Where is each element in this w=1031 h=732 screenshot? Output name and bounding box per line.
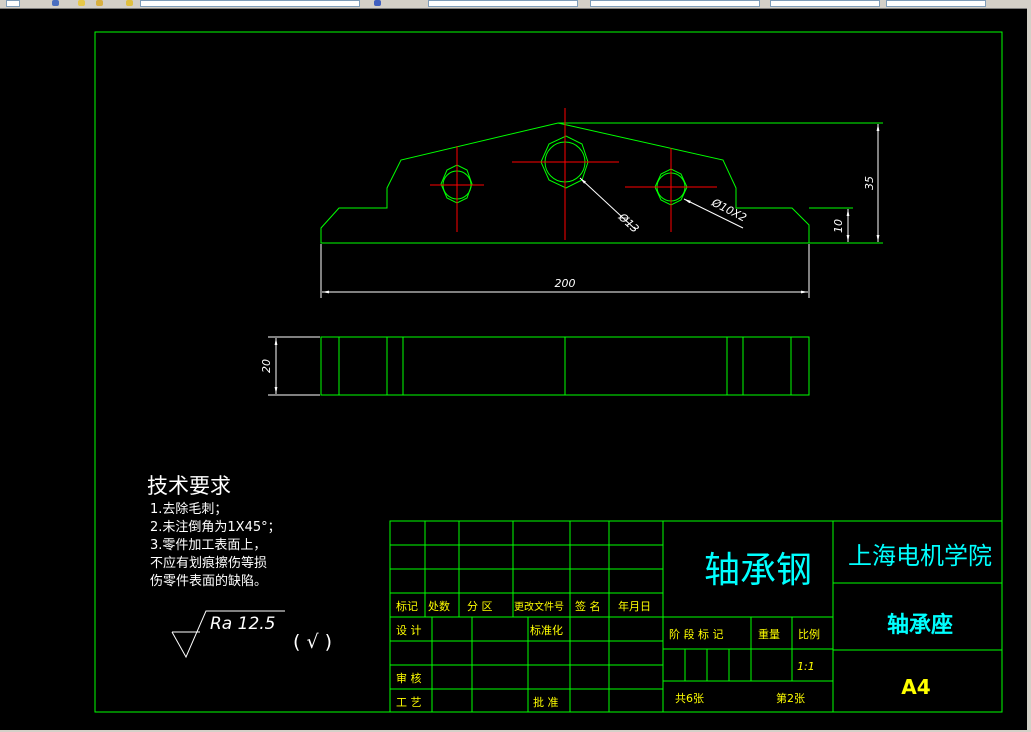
label-standard: 标准化 (530, 623, 563, 637)
dim-hole-side-text: Ø10X2 (709, 196, 749, 225)
bulb-icon[interactable] (78, 0, 85, 6)
lineweight-dropdown[interactable] (770, 0, 880, 7)
material-name: 轴承钢 (704, 550, 812, 591)
scale-value: 1:1 (797, 660, 815, 673)
label-weight: 重量 (758, 627, 780, 641)
roughness-suffix: ( √ ) (293, 631, 332, 653)
tech-item: 2.未注倒角为1X45°； (150, 520, 281, 535)
sheets-total: 共6张 (675, 692, 704, 705)
dim-thickness-text: 20 (260, 359, 273, 373)
label-approve: 批 准 (533, 695, 559, 709)
institution-name: 上海电机学院 (848, 542, 992, 570)
plotstyle-dropdown[interactable] (886, 0, 986, 7)
color-dropdown[interactable] (428, 0, 578, 7)
label-review: 审 核 (396, 671, 422, 685)
top-view-hidden-lines (338, 337, 792, 395)
roughness-value: Ra 12.5 (210, 614, 276, 634)
label-zone: 分 区 (467, 600, 493, 613)
dim-width-text: 200 (555, 277, 576, 290)
sheet-size: A4 (901, 675, 930, 699)
toolbar-button[interactable] (6, 0, 20, 7)
label-mark: 标记 (396, 599, 418, 613)
hole-left (430, 146, 484, 232)
tech-item: 伤零件表面的缺陷。 (150, 573, 267, 589)
layer-icon[interactable] (52, 0, 59, 6)
hole-right (625, 148, 717, 232)
label-sign: 签 名 (575, 599, 601, 613)
layer-prev-icon[interactable] (374, 0, 381, 6)
sun-icon[interactable] (96, 0, 103, 6)
hole-center (512, 108, 619, 240)
part-name: 轴承座 (887, 612, 953, 638)
tech-item: 3.零件加工表面上， (150, 538, 266, 553)
label-change-doc: 更改文件号 (514, 600, 564, 613)
label-count: 处数 (428, 600, 450, 613)
layer-dropdown[interactable] (140, 0, 360, 7)
label-scale: 比例 (798, 627, 820, 641)
dim-height-total-text: 35 (863, 176, 876, 190)
lock-icon[interactable] (126, 0, 133, 6)
tech-item: 1.去除毛刺； (150, 502, 227, 517)
label-design: 设 计 (396, 624, 422, 637)
linetype-dropdown[interactable] (590, 0, 760, 7)
label-stage: 阶 段 标 记 (669, 627, 724, 641)
drawing-canvas[interactable]: 200 35 10 Ø13 Ø10X2 20 Ra 12.5 ( √ ) 标记 … (0, 8, 1027, 730)
sheet-number: 第2张 (776, 691, 805, 705)
label-date: 年月日 (618, 599, 651, 613)
dim-height-base-text: 10 (832, 219, 845, 233)
vertical-scrollbar[interactable] (1027, 8, 1031, 732)
tech-title: 技术要求 (147, 474, 231, 498)
label-process: 工 艺 (396, 696, 422, 709)
tech-item: 不应有划痕擦伤等损 (150, 555, 267, 571)
